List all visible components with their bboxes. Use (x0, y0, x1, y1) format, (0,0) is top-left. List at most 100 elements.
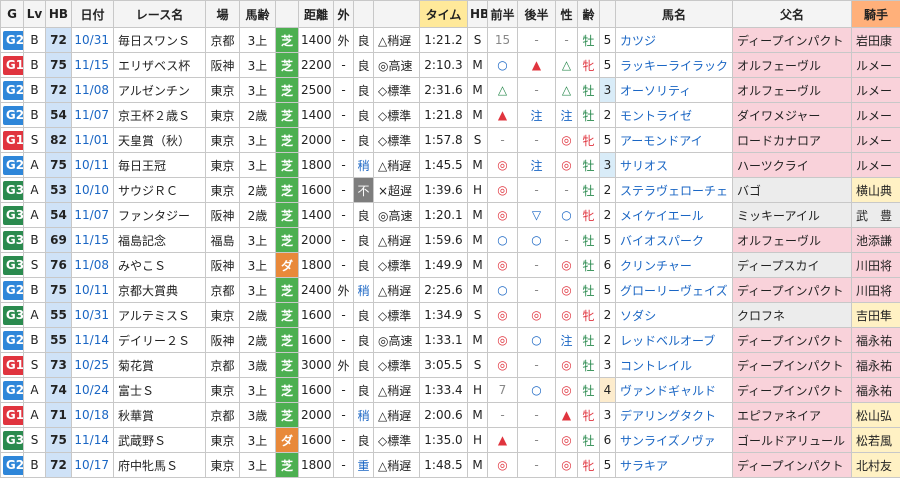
jockey-name[interactable]: 横山典 (851, 177, 900, 203)
jockey-name[interactable]: 福永祐 (851, 327, 900, 353)
col-venue[interactable]: 場 (205, 0, 240, 28)
jockey-name[interactable]: 北村友 (851, 452, 900, 478)
col-sex[interactable]: 性 (555, 0, 578, 28)
jockey-name[interactable]: ルメー (851, 152, 900, 178)
race-name[interactable]: アルテミスＳ (113, 302, 206, 328)
jockey-name[interactable]: 川田将 (851, 277, 900, 303)
col-age[interactable]: 馬齢 (239, 0, 276, 28)
col-hb[interactable]: HB (45, 0, 72, 28)
race-name[interactable]: アルゼンチン (113, 77, 206, 103)
jockey-name[interactable]: 福永祐 (851, 352, 900, 378)
table-row[interactable]: G2 B 72 10/31 毎日スワンＳ 京都 3上芝 1400 外良 △稍遅 1:21.2 S 15-… (0, 27, 900, 53)
horse-name[interactable]: メイケイエール (615, 202, 733, 228)
race-name[interactable]: 毎日王冠 (113, 152, 206, 178)
level-cell: S (23, 427, 46, 453)
jockey-name[interactable]: ルメー (851, 77, 900, 103)
race-name[interactable]: 毎日スワンＳ (113, 27, 206, 53)
rail: - (333, 177, 354, 203)
jockey-name[interactable]: ルメー (851, 52, 900, 78)
col-level[interactable]: Lv (23, 0, 46, 28)
race-name[interactable]: 武蔵野Ｓ (113, 427, 206, 453)
col-class[interactable]: HB (467, 0, 488, 28)
race-name[interactable]: ファンタジー (113, 202, 206, 228)
table-row[interactable]: G2 B 72 10/17 府中牝馬Ｓ 東京 3上芝 1800- 重 △稍遅 1:48.5 M ◎ - ◎ 牝… (0, 452, 900, 478)
col-first-half[interactable]: 前半 (487, 0, 518, 28)
jockey-name[interactable]: 岩田康 (851, 27, 900, 53)
jockey-name[interactable]: 松山弘 (851, 402, 900, 428)
col-jockey[interactable]: 騎手 (851, 0, 900, 28)
horse-name[interactable]: カツジ (615, 27, 733, 53)
horse-name[interactable]: サリオス (615, 152, 733, 178)
table-row[interactable]: G3 S 76 11/08 みやこＳ 阪神 3上ダ 1800- 良 ◇標準 1:49.9 M ◎ - ◎ 牡 6… (0, 252, 900, 278)
horse-name[interactable]: ラッキーライラック (615, 52, 733, 78)
jockey-name[interactable]: 武 豊 (851, 202, 900, 228)
horse-name[interactable]: アーモンドアイ (615, 127, 733, 153)
jockey-name[interactable]: 池添謙 (851, 227, 900, 253)
horse-name[interactable]: デアリングタクト (615, 402, 733, 428)
table-row[interactable]: G3 A 55 10/31 アルテミスＳ 東京 2歳芝 1600- 良 ◇標準 1:34.9 S ◎ ◎ ◎… (0, 302, 900, 328)
grade-cell: G3 (0, 302, 24, 328)
table-row[interactable]: G2 B 55 11/14 デイリー２Ｓ 阪神 2歳芝 1600- 良 ◎高速 1:33.1 M ◎ ○ 注… (0, 327, 900, 353)
horse-name[interactable]: サラキア (615, 452, 733, 478)
distance: 1600 (298, 327, 334, 353)
horse-name[interactable]: コントレイル (615, 352, 733, 378)
col-horse[interactable]: 馬名 (615, 0, 733, 28)
jockey-name[interactable]: 福永祐 (851, 377, 900, 403)
col-sire[interactable]: 父名 (732, 0, 852, 28)
table-row[interactable]: G2 A 75 10/11 毎日王冠 東京 3上芝 1800- 稍 △稍遅 1:45.5 M ◎ 注 ◎ 牡 3… (0, 152, 900, 178)
jockey-name[interactable]: ルメー (851, 102, 900, 128)
race-name[interactable]: サウジＲＣ (113, 177, 206, 203)
race-name[interactable]: 府中牝馬Ｓ (113, 452, 206, 478)
col-horse-age[interactable]: 齢 (577, 0, 600, 28)
race-name[interactable]: 秋華賞 (113, 402, 206, 428)
col-condition[interactable] (353, 0, 374, 28)
horse-name[interactable]: ステラヴェローチェ (615, 177, 733, 203)
table-row[interactable]: G2 B 72 11/08 アルゼンチン 東京 3上芝 2500- 良 ◇標準 2:31.6 M △ - △… (0, 77, 900, 103)
horse-name[interactable]: バイオスパーク (615, 227, 733, 253)
table-row[interactable]: G2 B 75 10/11 京都大賞典 京都 3上芝 2400 外稍 △稍遅 2:25.6 M ○ - ◎ 牡… (0, 277, 900, 303)
horse-name[interactable]: グローリーヴェイズ (615, 277, 733, 303)
jockey-name[interactable]: 松若風 (851, 427, 900, 453)
horse-name[interactable]: クリンチャー (615, 252, 733, 278)
race-name[interactable]: 京都大賞典 (113, 277, 206, 303)
col-second-half[interactable]: 後半 (517, 0, 556, 28)
race-name[interactable]: 富士Ｓ (113, 377, 206, 403)
table-row[interactable]: G2 B 54 11/07 京王杯２歳Ｓ 東京 2歳芝 1400- 良 ◇標準 1:21.8 M ▲ 注注… (0, 102, 900, 128)
race-name[interactable]: みやこＳ (113, 252, 206, 278)
hb-value: 74 (45, 377, 72, 403)
horse-age: 3 (599, 402, 616, 428)
horse-name[interactable]: オーソリティ (615, 77, 733, 103)
race-name[interactable]: 京王杯２歳Ｓ (113, 102, 206, 128)
col-date[interactable]: 日付 (71, 0, 114, 28)
jockey-name[interactable]: 川田将 (851, 252, 900, 278)
table-row[interactable]: G3 B 69 11/15 福島記念 福島 3上芝 2000- 良 △稍遅 1:59.6 M ○ ○ - 牡 5… (0, 227, 900, 253)
table-row[interactable]: G1 B 75 11/15 エリザベス杯 阪神 3上芝 2200- 良 ◎高速 2:10.3 M ○ ▲ △… (0, 52, 900, 78)
race-name[interactable]: 菊花賞 (113, 352, 206, 378)
table-row[interactable]: G1 S 73 10/25 菊花賞 京都 3歳芝 3000 外良 ◇標準 3:05.5 S ◎ - ◎ 牡 3 コ… (0, 352, 900, 378)
horse-name[interactable]: モントライゼ (615, 102, 733, 128)
col-pace[interactable] (373, 0, 420, 28)
race-name[interactable]: 福島記念 (113, 227, 206, 253)
race-name[interactable]: エリザベス杯 (113, 52, 206, 78)
horse-name[interactable]: ソダシ (615, 302, 733, 328)
table-row[interactable]: G3 A 53 10/10 サウジＲＣ 東京 2歳芝 1600- 不 ×超遅 1:39.6 H ◎ - - 牡… (0, 177, 900, 203)
horse-name[interactable]: ヴァンドギャルド (615, 377, 733, 403)
race-name[interactable]: 天皇賞（秋） (113, 127, 206, 153)
jockey-name[interactable]: 吉田隼 (851, 302, 900, 328)
level-cell: B (23, 452, 46, 478)
col-rail[interactable]: 外 (333, 0, 354, 28)
table-row[interactable]: G2 A 74 10/24 富士Ｓ 東京 3上芝 1600- 良 △稍遅 1:33.4 H 7 ○ ◎ 牡 4 ヴ… (0, 377, 900, 403)
table-row[interactable]: G1 A 71 10/18 秋華賞 京都 3歳芝 2000- 稍 △稍遅 2:00.6 M - - ▲ 牝 3 デ… (0, 402, 900, 428)
col-race[interactable]: レース名 (113, 0, 206, 28)
table-row[interactable]: G1 S 82 11/01 天皇賞（秋） 東京 3上芝 2000- 良 ◇標準 1:57.8 S - - ◎… (0, 127, 900, 153)
col-grade[interactable]: G (0, 0, 24, 28)
col-time[interactable]: タイム (419, 0, 468, 28)
race-name[interactable]: デイリー２Ｓ (113, 327, 206, 353)
col-distance[interactable]: 距離 (298, 0, 334, 28)
horse-name[interactable]: レッドベルオーブ (615, 327, 733, 353)
col-surface[interactable] (275, 0, 299, 28)
horse-name[interactable]: サンライズノヴァ (615, 427, 733, 453)
table-row[interactable]: G3 S 75 11/14 武蔵野Ｓ 東京 3上ダ 1600- 良 ◇標準 1:35.0 H ▲ - ◎ 牡 6… (0, 427, 900, 453)
jockey-name[interactable]: ルメー (851, 127, 900, 153)
table-row[interactable]: G3 A 54 11/07 ファンタジー 阪神 2歳芝 1400- 良 ◎高速 1:20.1 M ◎ ▽ ○… (0, 202, 900, 228)
